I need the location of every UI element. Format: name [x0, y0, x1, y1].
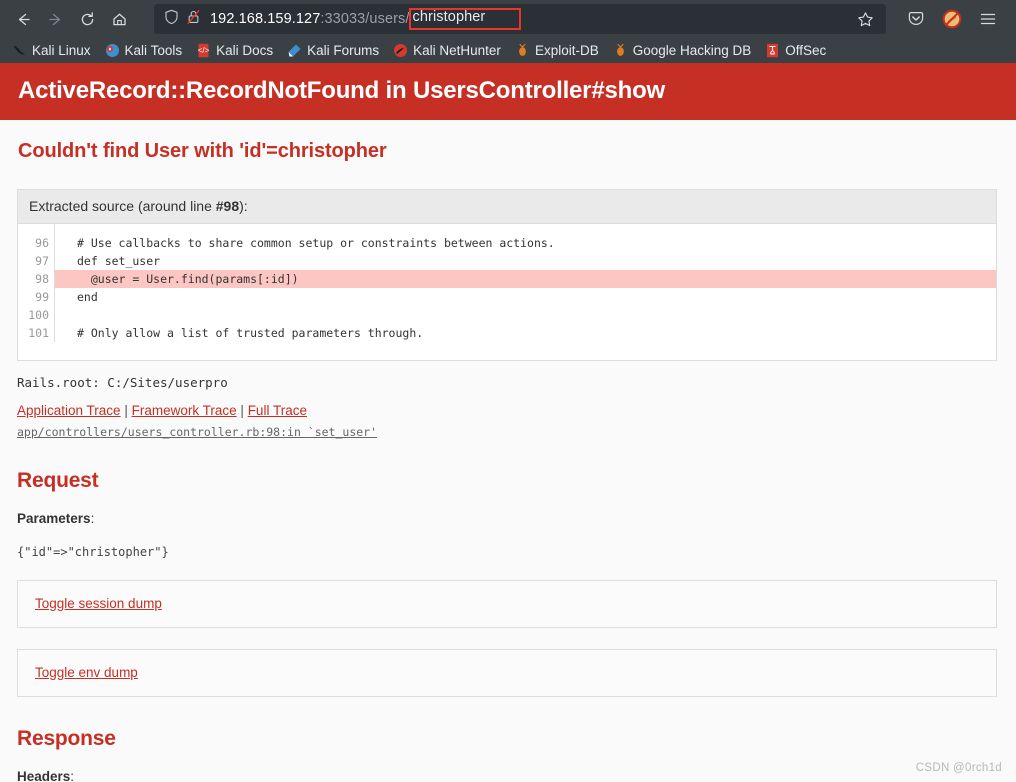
trace-links: Application Trace | Framework Trace | Fu…: [0, 390, 1016, 418]
kali-dragon-icon: [12, 43, 27, 58]
trace-separator: |: [240, 402, 244, 418]
hamburger-menu-icon[interactable]: [972, 4, 1004, 34]
reload-button[interactable]: [72, 4, 102, 34]
offsec-icon: [765, 43, 780, 58]
source-code-table: 96 97 98 99 100 101 # Use callbacks to s…: [18, 223, 996, 360]
bookmark-kali-nethunter[interactable]: Kali NetHunter: [387, 41, 507, 60]
bookmark-google-hacking-db[interactable]: Google Hacking DB: [607, 41, 758, 60]
application-trace-link[interactable]: Application Trace: [17, 403, 121, 418]
url-port-path: :33033/users/: [320, 11, 410, 27]
code-line: # Use callbacks to share common setup or…: [77, 235, 555, 250]
parameters-label-text: Parameters: [17, 510, 91, 526]
kali-nethunter-icon: [393, 43, 408, 58]
line-number: 97: [35, 253, 49, 268]
kali-docs-icon: </>: [196, 43, 211, 58]
full-trace-link[interactable]: Full Trace: [248, 403, 307, 418]
svg-text:</>: </>: [198, 46, 210, 55]
parameters-label: Parameters:: [0, 493, 1016, 526]
bookmark-label: Kali Linux: [32, 43, 91, 58]
line-number-gutter: 96 97 98 99 100 101: [18, 223, 55, 342]
padlock-slash-icon[interactable]: [186, 9, 201, 30]
google-hacking-db-icon: [613, 43, 628, 58]
url-text[interactable]: 192.168.159.127:33033/users/christopher: [210, 8, 850, 30]
extracted-source-block: Extracted source (around line #98): 96 9…: [17, 188, 997, 361]
bookmark-label: Kali NetHunter: [413, 43, 501, 58]
pocket-icon[interactable]: [900, 4, 932, 34]
toggle-session-dump-link[interactable]: Toggle session dump: [35, 596, 162, 611]
code-line: # Only allow a list of trusted parameter…: [77, 325, 424, 340]
bookmark-exploit-db[interactable]: Exploit-DB: [509, 41, 605, 60]
source-caption-suffix: ):: [239, 197, 248, 214]
exploit-db-icon: [515, 43, 530, 58]
bookmark-label: Exploit-DB: [534, 43, 599, 58]
browser-chrome: 192.168.159.127:33033/users/christopher: [0, 0, 1016, 63]
error-message: Couldn't find User with 'id'=christopher: [18, 139, 387, 162]
source-code-lines: # Use callbacks to share common setup or…: [55, 224, 996, 342]
headers-label: Headers:: [0, 751, 1016, 782]
toggle-env-dump-link[interactable]: Toggle env dump: [35, 665, 138, 680]
headers-label-colon: :: [70, 768, 75, 782]
url-host: 192.168.159.127: [210, 11, 321, 27]
line-number: 100: [28, 307, 49, 322]
bookmark-star-icon[interactable]: [850, 4, 880, 34]
trace-file-path: app/controllers/users_controller.rb:98:i…: [17, 424, 378, 439]
code-line-highlighted: @user = User.find(params[:id]): [55, 269, 996, 288]
line-number: 96: [35, 235, 49, 250]
url-identity-box: [164, 9, 201, 30]
home-button[interactable]: [104, 4, 134, 34]
error-title: ActiveRecord::RecordNotFound in UsersCon…: [0, 63, 1016, 120]
bookmark-label: Google Hacking DB: [632, 43, 752, 58]
bookmark-kali-tools[interactable]: Kali Tools: [99, 41, 189, 60]
rails-root-path: Rails.root: C:/Sites/userpro: [17, 374, 228, 390]
bookmark-label: Kali Forums: [307, 43, 380, 58]
back-button[interactable]: [8, 4, 38, 34]
source-caption: Extracted source (around line #98):: [18, 189, 996, 224]
code-line: end: [77, 289, 98, 304]
url-highlighted-segment[interactable]: christopher: [408, 8, 521, 30]
source-caption-prefix: Extracted source (around line: [29, 197, 216, 214]
shield-icon[interactable]: [164, 9, 179, 30]
bookmark-kali-docs[interactable]: </> Kali Docs: [190, 41, 279, 60]
watermark: CSDN @0rch1d: [915, 762, 1002, 774]
bookmark-offsec[interactable]: OffSec: [759, 41, 832, 60]
request-heading: Request: [17, 468, 99, 492]
bookmark-label: Kali Docs: [216, 43, 274, 58]
noscript-icon[interactable]: [936, 4, 968, 34]
url-bar[interactable]: 192.168.159.127:33033/users/christopher: [154, 4, 886, 34]
line-number: 101: [28, 325, 49, 340]
bookmark-kali-linux[interactable]: Kali Linux: [6, 41, 97, 60]
parameters-label-colon: :: [90, 510, 95, 526]
env-dump-box[interactable]: Toggle env dump: [17, 648, 997, 697]
headers-label-text: Headers: [17, 768, 71, 782]
bookmark-label: Kali Tools: [124, 43, 183, 58]
kali-forums-icon: [287, 43, 302, 58]
framework-trace-link[interactable]: Framework Trace: [132, 403, 237, 418]
bookmark-label: OffSec: [785, 43, 827, 58]
code-line: def set_user: [77, 253, 161, 268]
browser-toolbar-right: [900, 4, 1008, 34]
line-number: 99: [35, 289, 49, 304]
bookmark-kali-forums[interactable]: Kali Forums: [281, 41, 385, 60]
trace-separator: |: [124, 402, 128, 418]
response-heading: Response: [17, 726, 116, 750]
bookmarks-bar: Kali Linux Kali Tools </> Kali Docs Kali…: [0, 38, 1016, 63]
rails-error-page: ActiveRecord::RecordNotFound in UsersCon…: [0, 63, 1016, 782]
source-caption-line: #98: [215, 197, 240, 214]
parameters-value: {"id"=>"christopher"}: [17, 544, 169, 559]
kali-tools-icon: [105, 43, 120, 58]
line-number: 98: [35, 271, 49, 286]
forward-button[interactable]: [40, 4, 70, 34]
browser-navigation-bar: 192.168.159.127:33033/users/christopher: [0, 0, 1016, 38]
session-dump-box[interactable]: Toggle session dump: [17, 579, 997, 628]
